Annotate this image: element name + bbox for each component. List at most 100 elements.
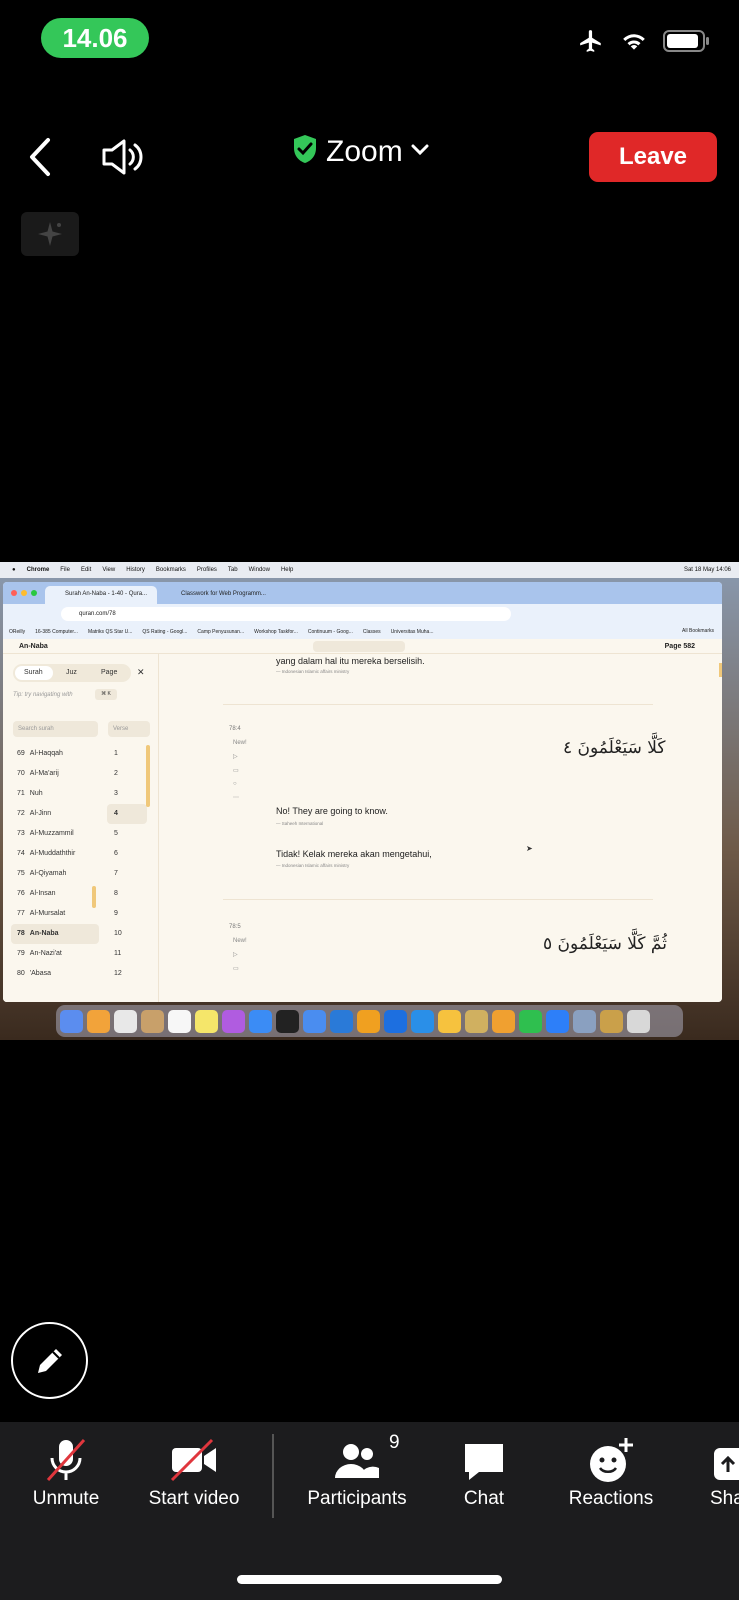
shortcut-key: ⌘ K	[95, 689, 117, 700]
trash-icon[interactable]	[627, 1009, 650, 1033]
more-icon[interactable]: ⋯	[233, 794, 247, 801]
close-window-icon[interactable]	[11, 590, 17, 596]
chat-button[interactable]: Chat	[460, 1436, 508, 1510]
bookmark[interactable]: Universitas Muha...	[391, 629, 434, 635]
surah-list-item[interactable]: 76 Al-Insan	[11, 884, 99, 904]
reactions-button[interactable]: Reactions	[566, 1436, 656, 1510]
bookmark[interactable]: Camp Penyusunan...	[197, 629, 244, 635]
book-icon[interactable]: ▭	[233, 767, 247, 774]
reminders-icon[interactable]	[168, 1009, 191, 1033]
verse-list-item[interactable]: 12	[107, 964, 147, 984]
verse-list-item[interactable]: 9	[107, 904, 147, 924]
annotate-button[interactable]	[11, 1322, 88, 1399]
menubar-item: Tab	[227, 567, 238, 573]
speaker-button[interactable]	[100, 134, 146, 180]
tab-page[interactable]: Page	[101, 669, 117, 676]
minimize-window-icon[interactable]	[21, 590, 27, 596]
surah-list-item[interactable]: 75 Al-Qiyamah	[11, 864, 99, 884]
new-badge[interactable]: New!	[233, 740, 247, 746]
surah-list-item[interactable]: 72 Al-Jinn	[11, 804, 99, 824]
surah-list-item[interactable]: 69 Al-Haqqah	[11, 744, 99, 764]
archive-icon[interactable]	[600, 1009, 623, 1033]
surah-list-item[interactable]: 74 Al-Muddaththir	[11, 844, 99, 864]
bookmark[interactable]: Continuum - Goog...	[308, 629, 353, 635]
close-icon[interactable]: ✕	[137, 667, 145, 678]
vscode-icon[interactable]	[330, 1009, 353, 1033]
app-store-icon[interactable]	[249, 1009, 272, 1033]
unmute-button[interactable]: Unmute	[31, 1436, 101, 1510]
verse-list-item[interactable]: 11	[107, 944, 147, 964]
home-indicator[interactable]	[237, 1575, 502, 1584]
bookmark[interactable]: OReilly	[9, 629, 25, 635]
verse-key[interactable]: 78:5	[229, 924, 241, 930]
finder-icon[interactable]	[60, 1009, 83, 1033]
verse-scrollbar[interactable]	[146, 745, 150, 807]
trello-icon[interactable]	[384, 1009, 407, 1033]
reading-mode-toggle[interactable]	[313, 641, 405, 652]
photos-icon[interactable]	[87, 1009, 110, 1033]
verse-list-item[interactable]: 4	[107, 804, 147, 824]
browser-tab[interactable]: Classwork for Web Programm...	[161, 586, 273, 604]
verse-key[interactable]: 78:4	[229, 726, 241, 732]
ai-companion-button[interactable]	[21, 212, 79, 256]
surah-list-item[interactable]: 77 Al-Mursalat	[11, 904, 99, 924]
play-icon[interactable]: ▷	[233, 951, 247, 958]
sublime-icon[interactable]	[357, 1009, 380, 1033]
new-badge[interactable]: New!	[233, 938, 247, 944]
surah-scrollbar[interactable]	[92, 886, 96, 908]
surah-list-item[interactable]: 80 'Abasa	[11, 964, 99, 984]
verse-list-item[interactable]: 3	[107, 784, 147, 804]
bookmark[interactable]: 16-385 Computer...	[35, 629, 78, 635]
start-video-button[interactable]: Start video	[144, 1436, 244, 1510]
whatsapp-icon[interactable]	[519, 1009, 542, 1033]
terminal-icon[interactable]	[276, 1009, 299, 1033]
surah-list-item[interactable]: 73 Al-Muzzammil	[11, 824, 99, 844]
share-button[interactable]: Sha	[710, 1436, 739, 1510]
verse-list-item[interactable]: 2	[107, 764, 147, 784]
current-surah[interactable]: An-Naba	[19, 643, 48, 650]
podcasts-icon[interactable]	[222, 1009, 245, 1033]
chat-icon	[460, 1436, 508, 1484]
browser-tab[interactable]: Surah An-Naba - 1-40 - Qura...	[45, 586, 157, 604]
verse-list-item[interactable]: 6	[107, 844, 147, 864]
calendar-icon[interactable]	[114, 1009, 137, 1033]
bookmark[interactable]: Classes	[363, 629, 381, 635]
surah-list-item[interactable]: 70 Al-Ma'arij	[11, 764, 99, 784]
url-field[interactable]: quran.com/78	[61, 607, 511, 621]
vlc-icon[interactable]	[438, 1009, 461, 1033]
verse-list-item[interactable]: 7	[107, 864, 147, 884]
participants-button[interactable]: Participants	[304, 1436, 410, 1510]
back-button[interactable]	[24, 132, 64, 182]
surah-list-item[interactable]: 79 An-Nazi'at	[11, 944, 99, 964]
book-icon[interactable]: ▭	[233, 965, 247, 972]
verse-list-item[interactable]: 1	[107, 744, 147, 764]
meeting-title-dropdown[interactable]: Zoom	[292, 134, 429, 169]
zoom-icon[interactable]	[546, 1009, 569, 1033]
chrome-icon[interactable]	[303, 1009, 326, 1033]
search-surah-input[interactable]: Search surah	[13, 721, 98, 737]
all-bookmarks[interactable]: All Bookmarks	[682, 628, 714, 634]
books-icon[interactable]	[492, 1009, 515, 1033]
app-icon[interactable]	[141, 1009, 164, 1033]
notes-icon[interactable]	[195, 1009, 218, 1033]
preview-icon[interactable]	[573, 1009, 596, 1033]
play-icon[interactable]: ▷	[233, 753, 247, 760]
surah-list-item[interactable]: 71 Nuh	[11, 784, 99, 804]
maximize-window-icon[interactable]	[31, 590, 37, 596]
tab-surah[interactable]: Surah	[24, 669, 43, 676]
bookmark[interactable]: QS Rating - Googl...	[142, 629, 187, 635]
verse-list-item[interactable]: 8	[107, 884, 147, 904]
surah-list-item[interactable]: 78 An-Naba	[11, 924, 99, 944]
comment-icon[interactable]: ○	[233, 781, 247, 787]
tab-juz[interactable]: Juz	[66, 669, 77, 676]
app-icon[interactable]	[411, 1009, 434, 1033]
verse-content: yang dalam hal itu mereka berselisih. — …	[163, 654, 722, 1002]
kindle-icon[interactable]	[465, 1009, 488, 1033]
search-verse-input[interactable]: Verse	[108, 721, 150, 737]
leave-button[interactable]: Leave	[589, 132, 717, 182]
bookmark[interactable]: Matriks QS Star U...	[88, 629, 132, 635]
page-scrollbar[interactable]	[719, 663, 722, 677]
verse-list-item[interactable]: 5	[107, 824, 147, 844]
verse-list-item[interactable]: 10	[107, 924, 147, 944]
bookmark[interactable]: Workshop Taskfor...	[254, 629, 298, 635]
